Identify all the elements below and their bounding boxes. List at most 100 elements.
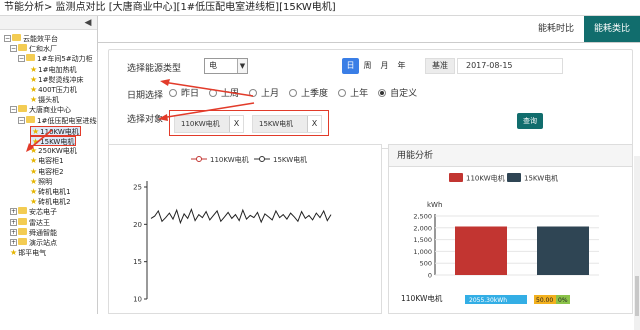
remove-object-button[interactable]: X (307, 116, 321, 132)
tree-node[interactable]: + 安芯电子 (10, 207, 57, 217)
radio-label: 自定义 (390, 89, 418, 99)
folder-icon (12, 34, 21, 41)
tree-node[interactable]: − 仁和水厂 (10, 44, 57, 54)
period-week[interactable]: 周 (359, 58, 376, 74)
radio-custom[interactable]: 自定义 (378, 86, 417, 99)
radio-label: 昨日 (181, 89, 200, 99)
y-tick-label: 2,000 (413, 224, 432, 232)
legend-label[interactable]: 15KW电机 (273, 155, 307, 164)
selected-objects: 110KW电机 X 15KW电机 X (169, 110, 329, 136)
folder-icon (18, 207, 27, 215)
star-icon: ★ (30, 176, 38, 186)
tree-node-label: 邯平电气 (18, 249, 47, 258)
tree-header: ◀ (0, 16, 97, 30)
tree-node[interactable]: ★110KW电机 (30, 125, 81, 136)
tree-node[interactable]: + 舜通智能 (10, 227, 57, 238)
tree-node[interactable]: ★砖机电机2 (30, 197, 71, 207)
period-day[interactable]: 日 (342, 58, 359, 74)
radio-checked-icon (378, 88, 387, 97)
expand-icon[interactable]: + (10, 228, 17, 236)
analysis-panel: 用能分析 110KW电机 15KW电机 kWh 0 500 1,000 1,500 2,000… (388, 144, 633, 324)
star-icon: ★ (32, 126, 40, 136)
legend-swatch (449, 173, 463, 182)
value-text: 2055.30kWh (469, 297, 507, 304)
tree-node-label: 仁和水厂 (29, 45, 57, 54)
expand-icon[interactable]: + (10, 239, 17, 246)
y-tick-label: 1,500 (413, 236, 432, 244)
tree-node-label: 安芯电子 (29, 208, 57, 217)
period-year[interactable]: 年 (393, 58, 410, 74)
energy-type-select[interactable]: 电 ▼ (204, 58, 248, 74)
radio-last-week[interactable]: 上周 (209, 86, 239, 99)
folder-icon (26, 54, 35, 62)
radio-last-quarter[interactable]: 上季度 (289, 86, 328, 99)
legend-label[interactable]: 110KW电机 (466, 174, 505, 183)
tree-node-label: 15KW电机 (40, 138, 75, 146)
query-button[interactable]: 查询 (517, 113, 543, 129)
object-chip: 15KW电机 X (252, 115, 322, 133)
collapse-tree-icon[interactable]: ◀ (82, 17, 94, 29)
radio-yesterday[interactable]: 昨日 (169, 86, 199, 99)
tree-node[interactable]: ★电容柜1 (30, 156, 64, 166)
tree-node-label: 镊头机 (38, 96, 60, 105)
main-content: 能耗时比 能耗类比 选择能源类型 电 ▼ 日 周 月 年 基准 2017-08-… (98, 16, 640, 330)
collapse-icon[interactable]: − (18, 116, 25, 124)
tree-node-label: 砖机电机1 (38, 188, 71, 196)
tree-node-label: 400T压力机 (38, 86, 77, 94)
tree-node[interactable]: ★400T压力机 (30, 85, 77, 95)
percent-text: 50.00 (536, 297, 553, 304)
collapse-icon[interactable]: − (10, 45, 17, 53)
tree-node[interactable]: ★250KW电机 (30, 146, 77, 156)
tree-node[interactable]: − 云能效平台 (4, 34, 58, 44)
tree-node-label: 110KW电机 (40, 127, 79, 136)
tree-node-label: 照明 (38, 177, 53, 186)
tree-node[interactable]: − 1#车间5#动力柜 (18, 54, 93, 64)
tree-node[interactable]: − 1#低压配电室进线柜 (18, 115, 97, 126)
object-chip-label: 15KW电机 (259, 120, 294, 128)
y-tick-label: 2,500 (413, 213, 432, 221)
analysis-title: 用能分析 (389, 145, 632, 167)
legend-label[interactable]: 15KW电机 (524, 174, 558, 183)
tree-node[interactable]: ★电容柜2 (30, 167, 64, 177)
scrollbar-thumb[interactable] (635, 276, 639, 316)
tree-node-label: 大唐商业中心 (29, 106, 71, 115)
legend-label[interactable]: 110KW电机 (210, 155, 249, 164)
tree-node-label: 电容柜1 (38, 157, 64, 166)
tab-category-comparison[interactable]: 能耗类比 (583, 16, 640, 42)
tree-node-label: 砖机电机2 (38, 198, 71, 207)
star-icon: ★ (30, 197, 38, 207)
tab-divider (98, 42, 640, 43)
energy-bar[interactable] (455, 226, 507, 275)
tree-node[interactable]: ★1#熨烫线冲床 (30, 75, 84, 85)
tree-node[interactable]: ★照明 (30, 177, 52, 187)
star-icon: ★ (10, 248, 18, 258)
legend-swatch (507, 173, 521, 182)
tree-node[interactable]: ★1#电加热机 (30, 65, 77, 75)
energy-type-value: 电 (209, 61, 217, 70)
date-input[interactable]: 2017-08-15 (457, 58, 563, 74)
energy-bar[interactable] (537, 226, 589, 275)
tree-node[interactable]: + 演示站点 (10, 238, 57, 248)
collapse-icon[interactable]: − (18, 55, 25, 63)
tree-node-label: 1#车间5#动力柜 (37, 55, 93, 64)
period-month[interactable]: 月 (376, 58, 393, 74)
collapse-icon[interactable]: − (4, 35, 11, 42)
tree-node[interactable]: ★15KW电机 (30, 136, 77, 146)
remove-object-button[interactable]: X (229, 116, 243, 132)
expand-icon[interactable]: + (10, 208, 17, 216)
line-legend: 110KW电机 15KW电机 (191, 155, 307, 164)
radio-last-year[interactable]: 上年 (338, 86, 368, 99)
trend-chart-panel: 110KW电机 15KW电机 10 15 20 25 (108, 144, 382, 314)
radio-circle-icon (289, 88, 298, 97)
tree-node[interactable]: − 大唐商业中心 (10, 105, 71, 115)
tab-time-comparison[interactable]: 能耗时比 (528, 16, 584, 42)
collapse-icon[interactable]: − (10, 106, 17, 114)
radio-last-month[interactable]: 上月 (249, 86, 279, 99)
tree-node[interactable]: + 雷达王 (10, 217, 50, 228)
expand-icon[interactable]: + (10, 218, 17, 226)
tree-node[interactable]: ★镊头机 (30, 95, 59, 105)
tree-node[interactable]: ★砖机电机1 (30, 187, 71, 197)
page-scrollbar[interactable] (634, 156, 640, 330)
tree-node[interactable]: ★邯平电气 (10, 248, 46, 258)
legend-marker-icon (196, 156, 202, 162)
